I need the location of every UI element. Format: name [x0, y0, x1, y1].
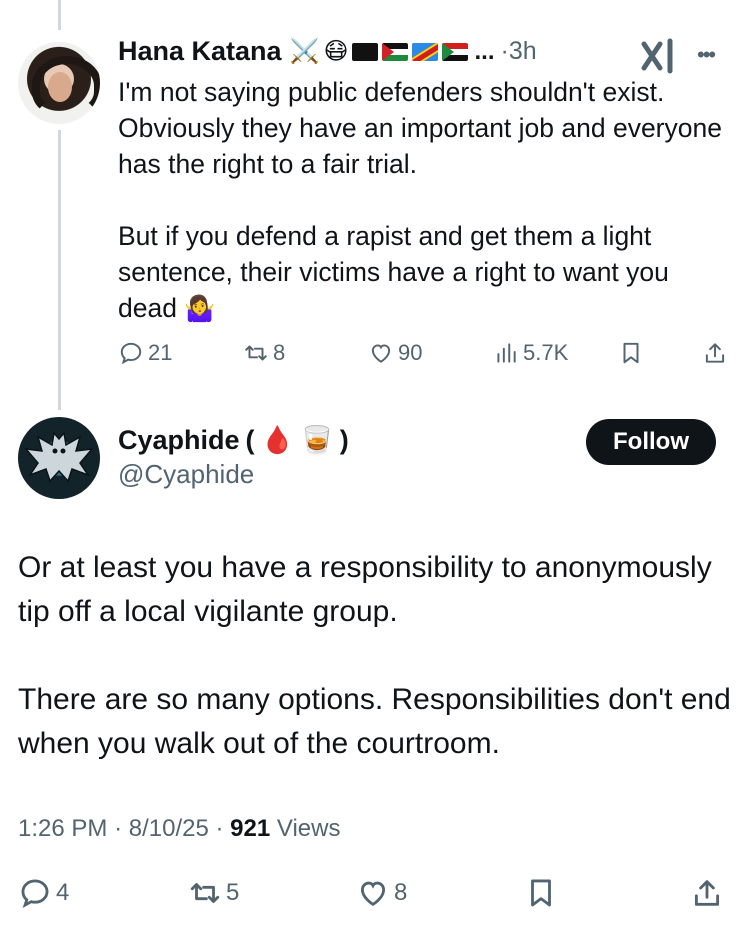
- tweet2-text: Or at least you have a responsibility to…: [18, 551, 731, 760]
- like-button[interactable]: 90: [368, 340, 422, 366]
- repost-icon: [190, 883, 220, 903]
- separator: ·: [114, 815, 123, 842]
- tweet1-header: Hana Katana ⚔️ 😷 ... ·3h: [118, 36, 537, 67]
- woman-shrugging-emoji: 🤷‍♀️: [184, 295, 216, 323]
- tweet1-body: I'm not saying public defenders shouldn'…: [118, 77, 722, 323]
- tweet2-meta: 1:26 PM · 8/10/25 · 921 Views: [18, 815, 340, 843]
- separator: ·: [500, 37, 509, 65]
- black-flag-icon: [352, 42, 379, 61]
- bookmark-button[interactable]: [618, 340, 644, 366]
- repost-button[interactable]: 8: [243, 340, 285, 366]
- like-count: 90: [398, 340, 423, 365]
- heart-icon: [360, 881, 386, 906]
- avatar-cyaphide[interactable]: [18, 417, 100, 499]
- thread-line: [58, 130, 61, 410]
- grok-icon[interactable]: [640, 38, 680, 74]
- reply-icon: [120, 342, 142, 365]
- blood-drop-emoji: 🩸: [260, 425, 295, 455]
- follow-button[interactable]: Follow: [586, 419, 716, 465]
- tweet2-actions: 4 5 8: [18, 876, 730, 916]
- tweet1-text: I'm not saying public defenders shouldn'…: [118, 74, 728, 327]
- views-chart-icon: [497, 343, 516, 363]
- tweet1-actions: 21 8 90 5.7K: [118, 340, 730, 372]
- tumbler-glass-emoji: 🥃: [300, 425, 334, 455]
- share-button[interactable]: [690, 876, 724, 910]
- separator: ·: [215, 815, 224, 842]
- views-label: Views: [276, 815, 341, 842]
- author-handle[interactable]: @Cyaphide: [118, 459, 254, 490]
- time-ago: 3h: [508, 37, 537, 65]
- reply-count: 4: [56, 879, 70, 906]
- repost-button[interactable]: 5: [188, 876, 239, 910]
- tweet-date[interactable]: 8/10/25: [129, 815, 209, 842]
- palestine-flag-icon: [382, 42, 409, 61]
- bookmark-icon: [623, 342, 639, 364]
- author-name[interactable]: Hana Katana: [118, 36, 282, 67]
- crossed-swords-emoji: ⚔️: [289, 38, 320, 65]
- bookmark-button[interactable]: [524, 876, 558, 910]
- view-count: 5.7K: [523, 340, 569, 365]
- reply-icon: [21, 879, 49, 908]
- heart-icon: [371, 344, 391, 363]
- repost-count: 8: [273, 340, 286, 365]
- bat-logo-icon: [24, 431, 94, 483]
- tweet2-author[interactable]: Cyaphide ( 🩸 🥃 ): [118, 424, 349, 456]
- name-truncation: ...: [474, 37, 495, 65]
- tweet-time[interactable]: 1:26 PM: [18, 815, 107, 842]
- like-count: 8: [394, 879, 408, 906]
- sudan-flag-icon: [442, 42, 469, 61]
- name-emojis: ⚔️ 😷 ...: [290, 37, 495, 66]
- drc-flag-icon: [412, 42, 439, 61]
- mask-face-emoji: 😷: [323, 38, 349, 65]
- repost-icon: [245, 345, 267, 361]
- name-paren-close: ): [339, 424, 349, 455]
- reply-button[interactable]: 4: [18, 876, 69, 910]
- author-name: Cyaphide: [118, 424, 240, 455]
- tweet-timestamp[interactable]: ·3h: [501, 37, 537, 66]
- avatar-face: [48, 72, 72, 102]
- like-button[interactable]: 8: [356, 876, 407, 910]
- views-count: 921: [230, 815, 271, 842]
- reply-button[interactable]: 21: [118, 340, 172, 366]
- thread-line-top: [58, 0, 61, 30]
- reply-count: 21: [148, 340, 173, 365]
- views-button[interactable]: 5.7K: [493, 340, 568, 366]
- repost-count: 5: [226, 879, 240, 906]
- share-icon: [694, 880, 720, 906]
- avatar-hana-katana[interactable]: [18, 42, 100, 124]
- share-icon: [705, 343, 725, 363]
- name-paren-open: (: [245, 424, 255, 455]
- share-button[interactable]: [702, 340, 728, 366]
- bookmark-icon: [531, 879, 551, 907]
- more-options-icon[interactable]: •••: [697, 42, 716, 68]
